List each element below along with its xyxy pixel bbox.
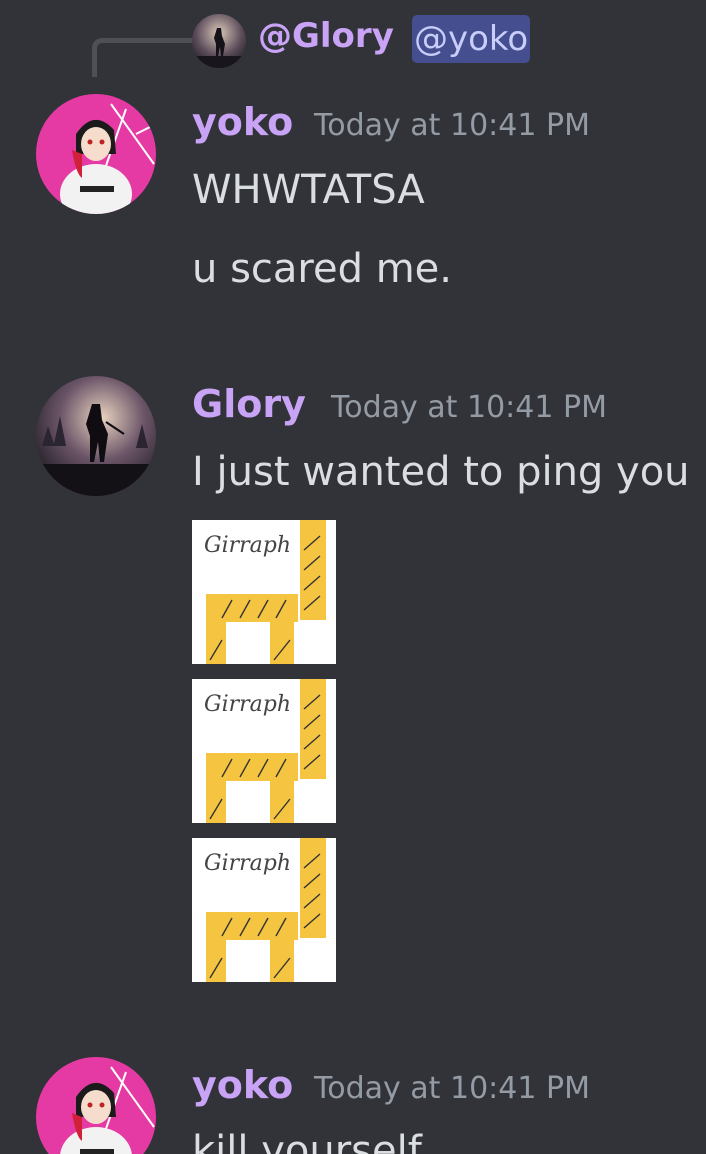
avatar-glory[interactable] xyxy=(36,376,156,496)
image-attachment[interactable]: Girraph xyxy=(192,520,336,664)
author-name-glory[interactable]: Glory xyxy=(192,382,306,426)
attachment-caption: Girraph xyxy=(204,533,291,558)
image-attachment[interactable]: Girraph xyxy=(192,838,336,982)
reply-connector-line xyxy=(92,38,193,77)
avatar-yoko[interactable] xyxy=(36,94,156,214)
reply-avatar-glory[interactable] xyxy=(192,14,246,68)
message-text: kill yourself xyxy=(192,1128,422,1154)
attachment-caption: Girraph xyxy=(204,851,291,876)
message-text: I just wanted to ping you xyxy=(192,449,690,495)
message-text: WHWTATSA xyxy=(192,167,425,213)
author-name-yoko[interactable]: yoko xyxy=(192,100,293,144)
reply-mention-yoko[interactable]: @yoko xyxy=(412,15,531,63)
message-timestamp: Today at 10:41 PM xyxy=(314,108,590,143)
image-attachment[interactable]: Girraph xyxy=(192,679,336,823)
reply-author-name[interactable]: @Glory xyxy=(258,16,394,56)
message-timestamp: Today at 10:41 PM xyxy=(314,1071,590,1106)
message-timestamp: Today at 10:41 PM xyxy=(331,390,607,425)
message-text: u scared me. xyxy=(192,246,452,292)
chat-screen: @Glory @yoko yoko Today at 10:41 PM WHWT… xyxy=(0,0,706,1154)
attachment-caption: Girraph xyxy=(204,692,291,717)
author-name-yoko[interactable]: yoko xyxy=(192,1063,293,1107)
avatar-yoko[interactable] xyxy=(36,1057,156,1154)
